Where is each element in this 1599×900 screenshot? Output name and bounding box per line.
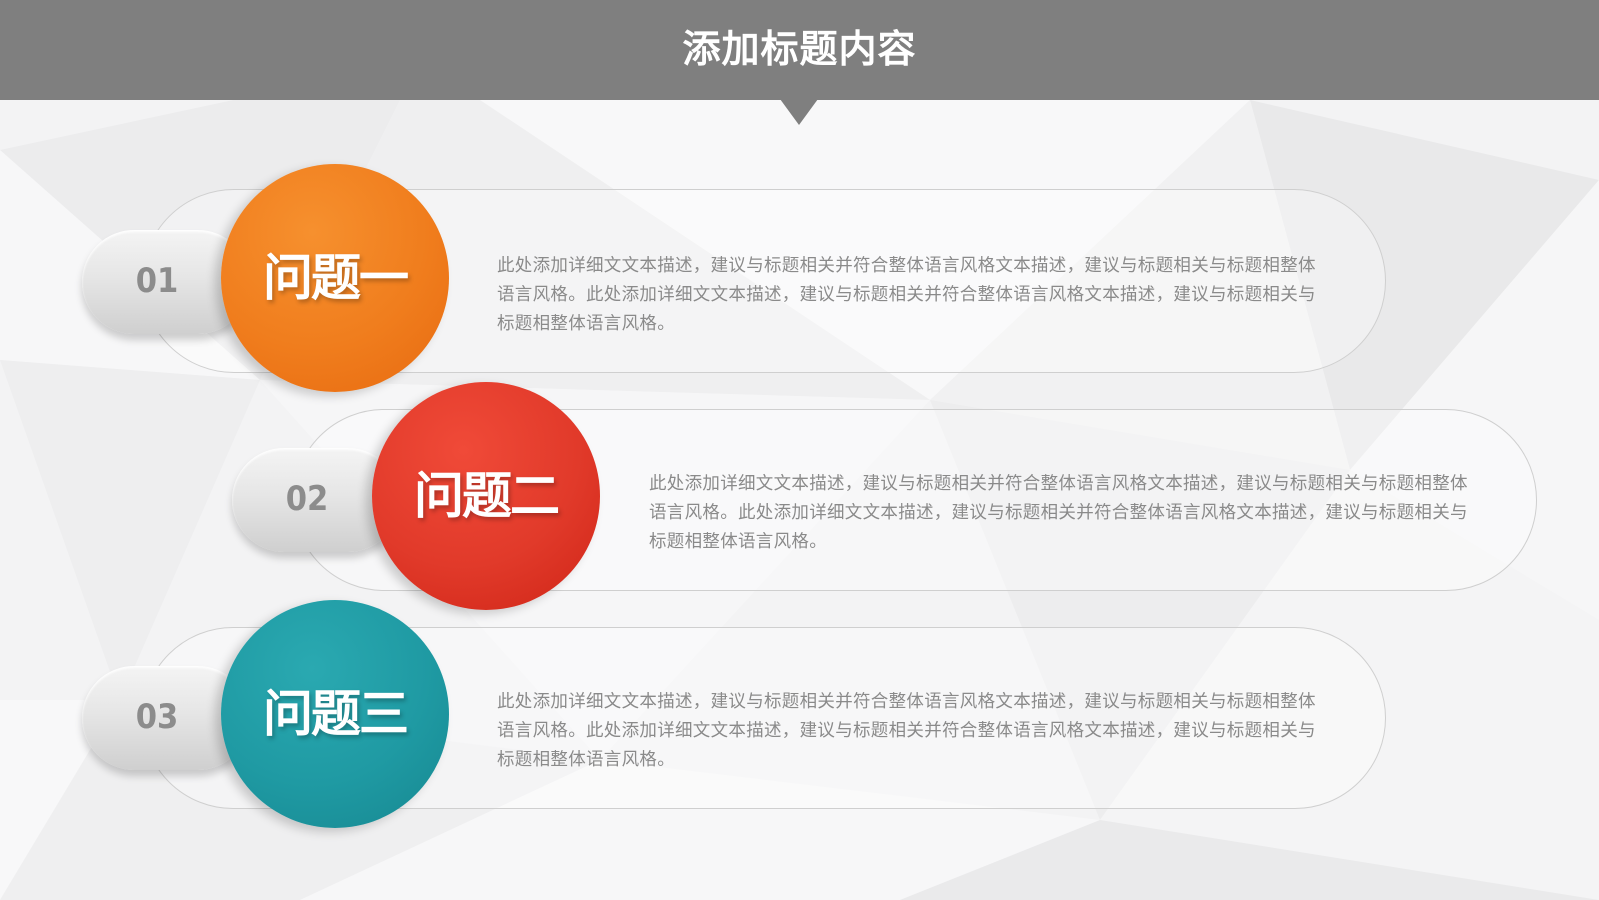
item-description: 此处添加详细文文本描述，建议与标题相关并符合整体语言风格文本描述，建议与标题相关… [497,256,1316,334]
item-description: 此处添加详细文文本描述，建议与标题相关并符合整体语言风格文本描述，建议与标题相关… [649,474,1468,552]
item-circle: 问题一 [221,164,449,392]
header-bar: 添加标题内容 [0,0,1599,100]
item-title: 问题三 [263,685,409,743]
item-title: 问题一 [263,249,409,307]
item-circle: 问题三 [221,600,449,828]
item-number: 03 [135,697,179,737]
item-number: 01 [135,261,179,301]
item-description: 此处添加详细文文本描述，建议与标题相关并符合整体语言风格文本描述，建议与标题相关… [497,692,1316,770]
item-circle: 问题二 [372,382,600,610]
item-number: 02 [285,479,329,519]
page-title: 添加标题内容 [682,27,917,71]
item-title: 问题二 [414,467,560,525]
header-pointer [780,99,818,125]
